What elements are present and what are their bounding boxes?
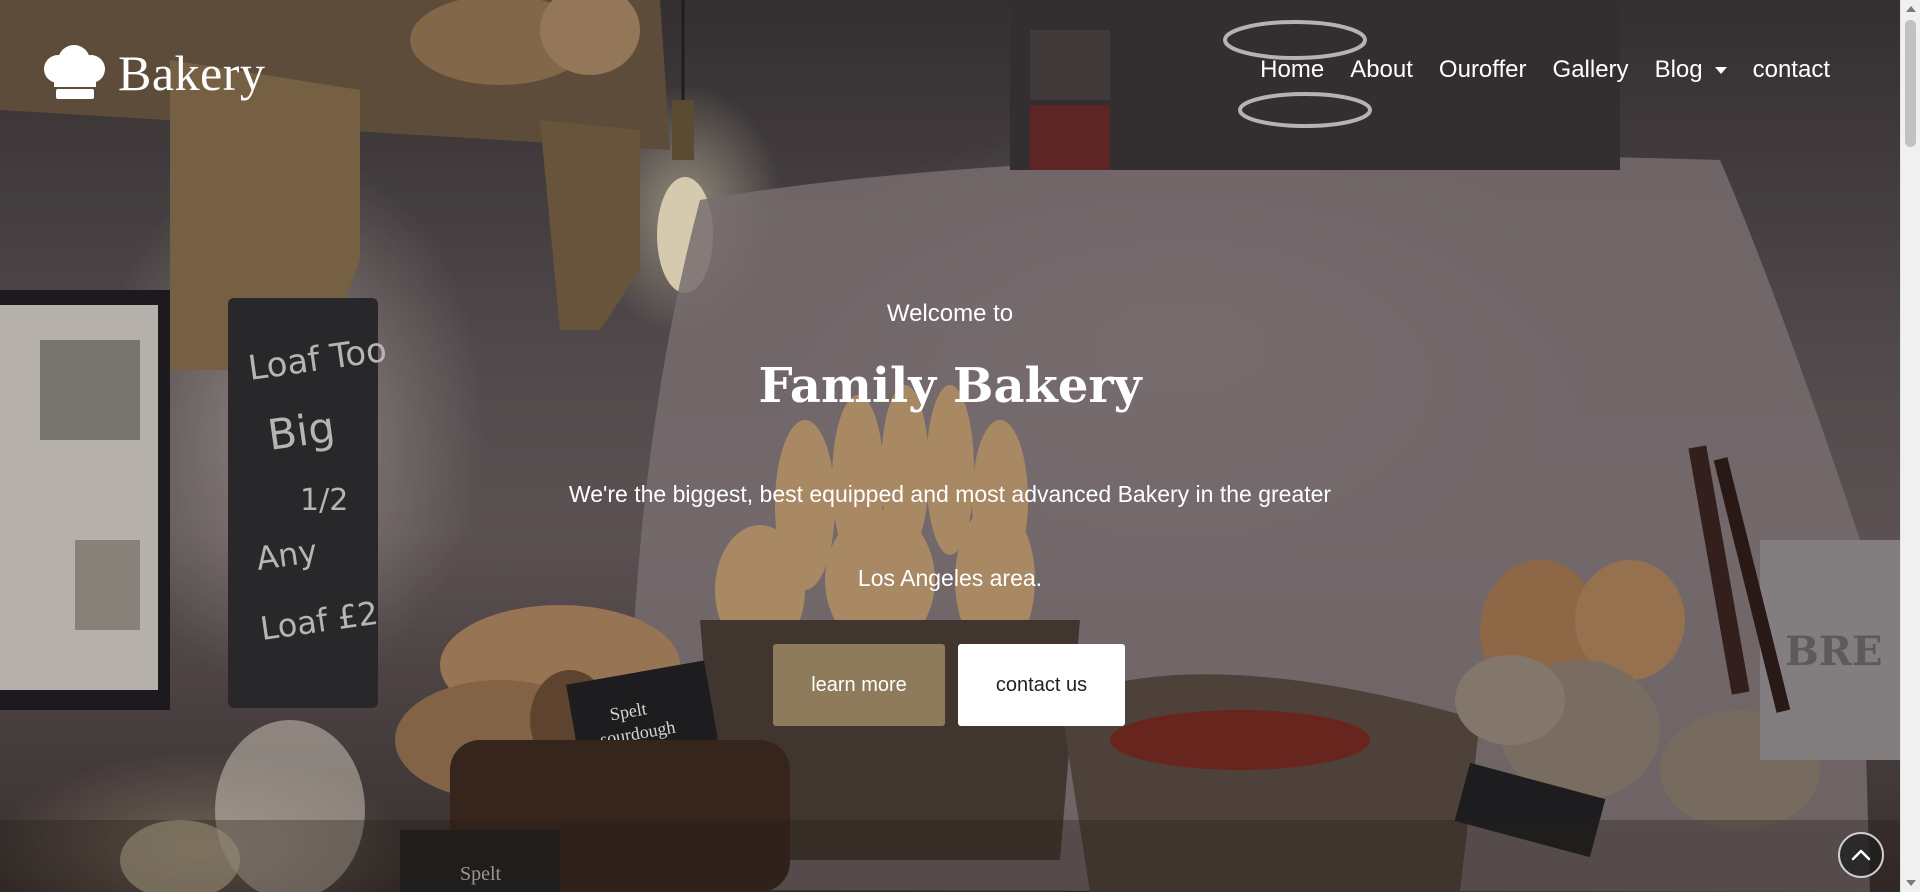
- hero-welcome: Welcome to: [886, 300, 1014, 327]
- nav-item-home[interactable]: Home: [1260, 56, 1324, 84]
- nav-item-blog[interactable]: Blog: [1655, 56, 1727, 84]
- scroll-down-arrow-icon[interactable]: [1901, 874, 1920, 892]
- chef-hat-icon: [44, 45, 105, 99]
- scrollbar-thumb[interactable]: [1905, 20, 1916, 147]
- page-scrollbar[interactable]: [1900, 0, 1920, 892]
- contact-us-button[interactable]: contact us: [958, 644, 1125, 726]
- hero-description-line-2: Los Angeles area.: [857, 565, 1043, 591]
- nav-item-blog-label: Blog: [1654, 56, 1703, 83]
- nav-item-contact[interactable]: contact: [1753, 56, 1830, 84]
- scroll-to-top-button[interactable]: [1838, 832, 1884, 878]
- hero-section: Loaf Too Big 1/2 Any Loaf £2 Spelt sourd…: [0, 0, 1900, 892]
- learn-more-button[interactable]: learn more: [773, 644, 945, 726]
- main-nav: Home About Ouroffer Gallery Blog contact: [1260, 56, 1830, 84]
- chevron-up-icon: [1851, 849, 1871, 861]
- brand-name: Bakery: [118, 45, 266, 101]
- brand-logo[interactable]: Bakery: [40, 44, 265, 102]
- hero-overlay: [0, 0, 1900, 892]
- hero-description: We're the biggest, best equipped and mos…: [0, 452, 1900, 620]
- hero-title: Family Bakery: [758, 358, 1142, 414]
- nav-item-ouroffer[interactable]: Ouroffer: [1439, 56, 1527, 84]
- caret-down-icon: [1714, 66, 1727, 74]
- hero-description-line-1: We're the biggest, best equipped and mos…: [568, 481, 1332, 507]
- nav-item-gallery[interactable]: Gallery: [1553, 56, 1629, 84]
- nav-item-about[interactable]: About: [1350, 56, 1413, 84]
- scroll-up-arrow-icon[interactable]: [1901, 0, 1920, 18]
